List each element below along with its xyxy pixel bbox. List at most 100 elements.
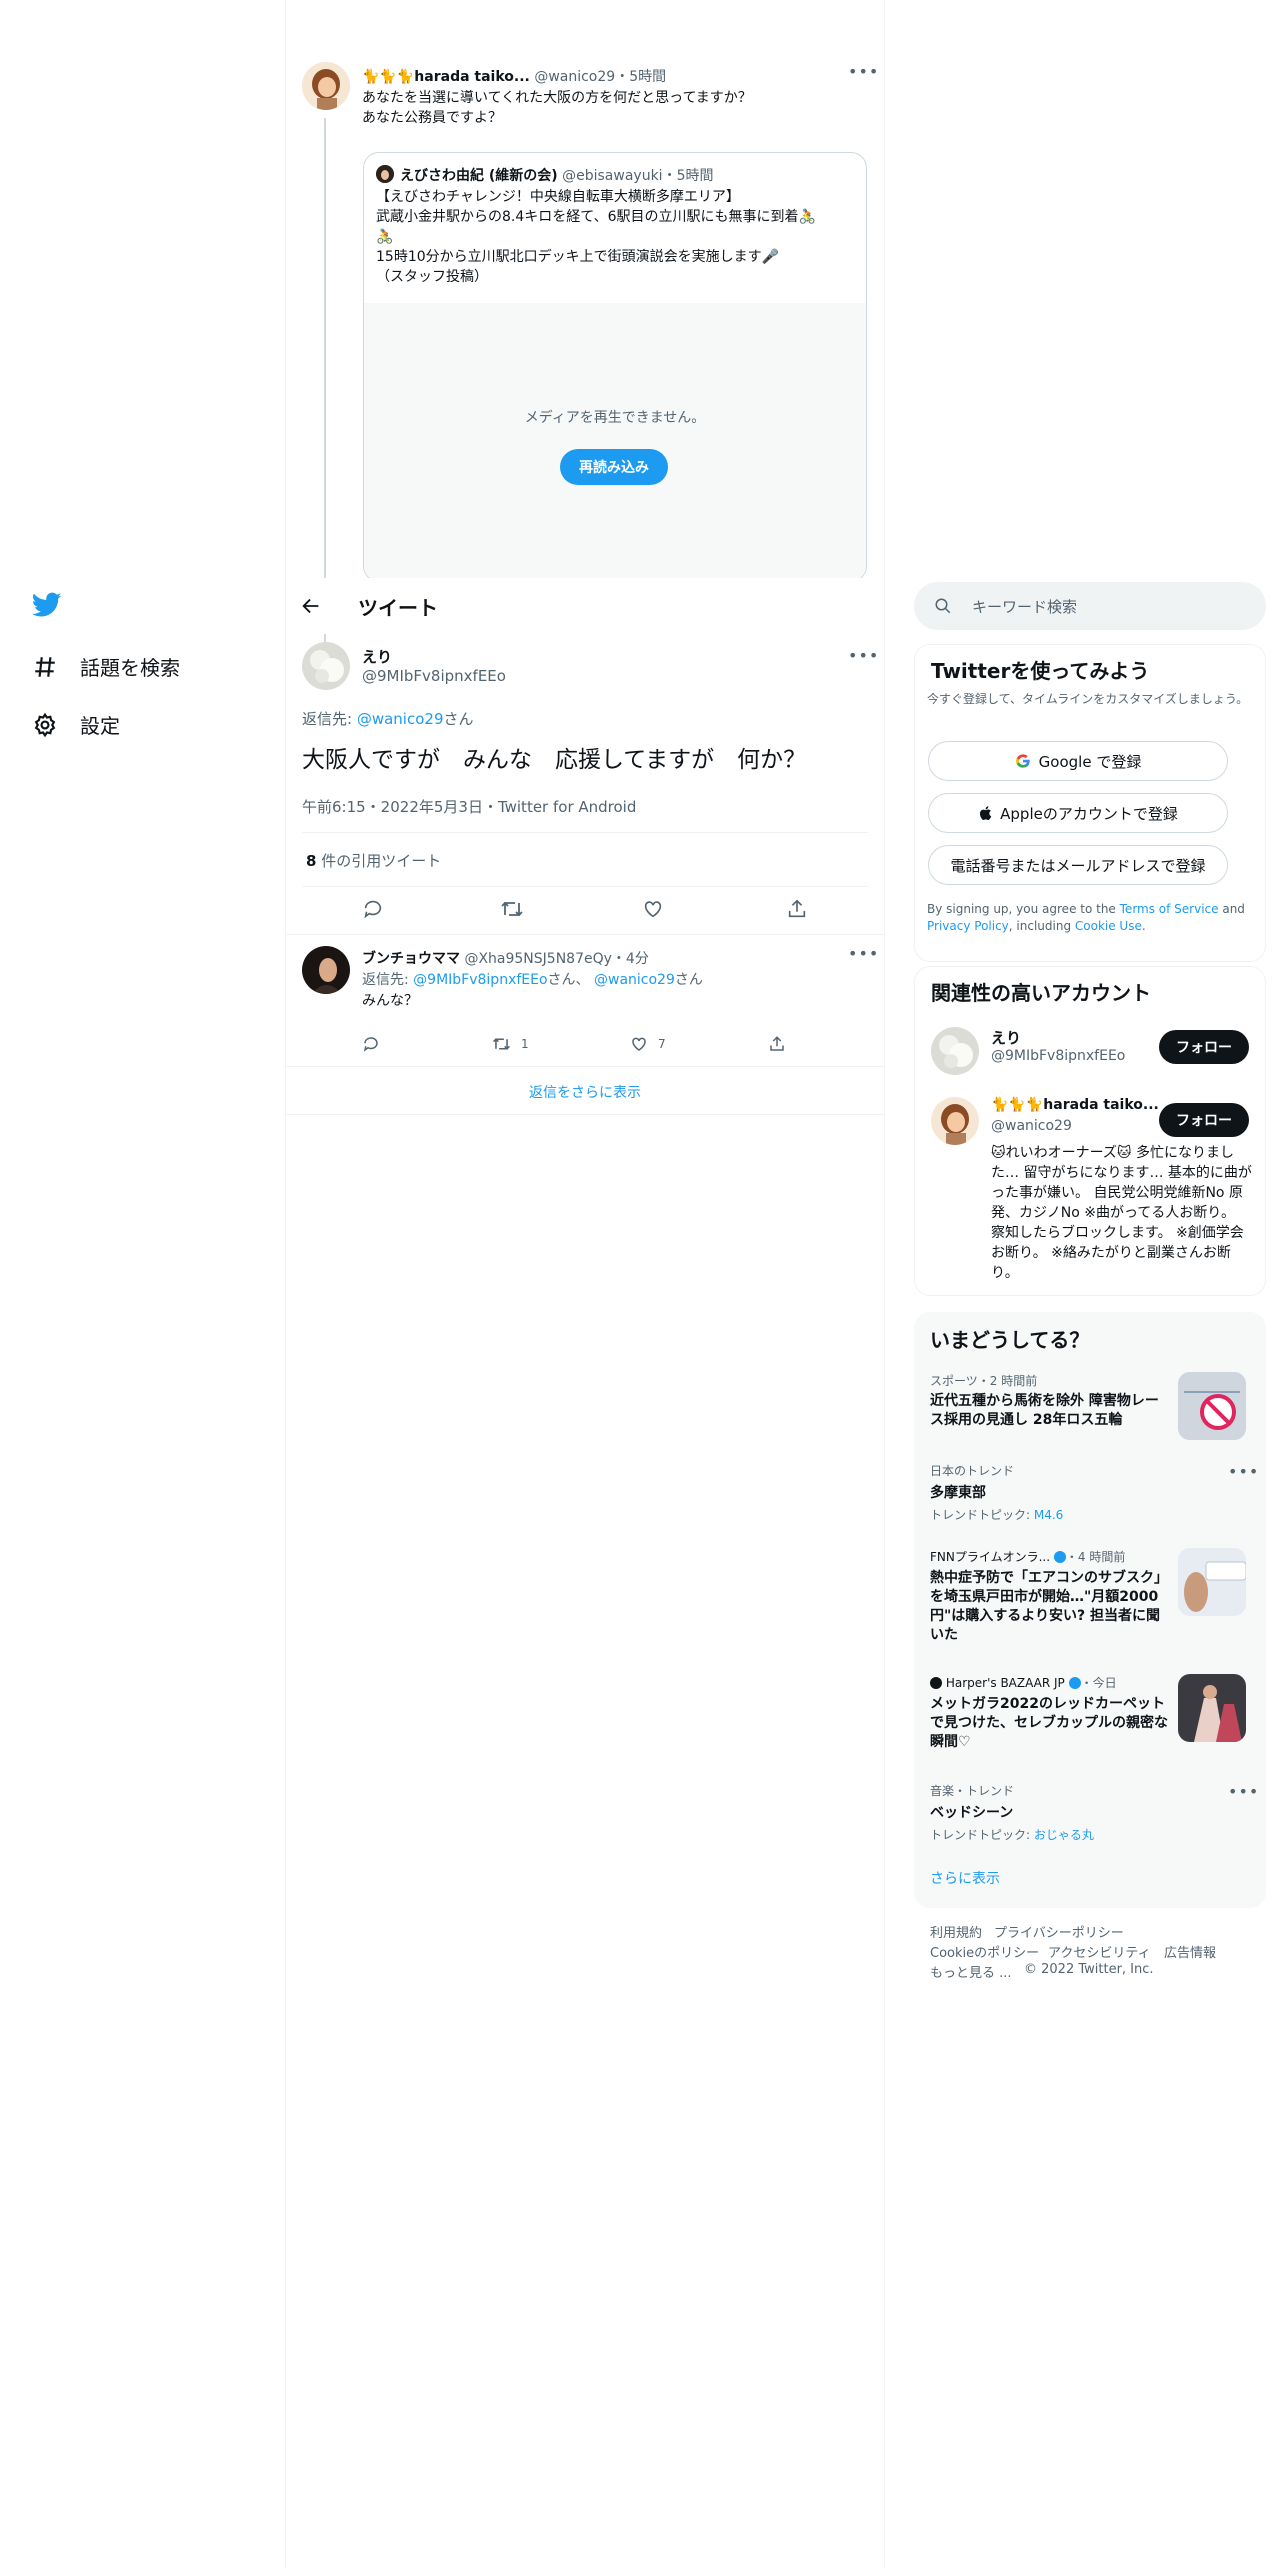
search-icon [934, 597, 952, 615]
privacy-link[interactable]: Privacy Policy [927, 919, 1009, 933]
more-icon[interactable]: ••• [848, 62, 879, 81]
back-arrow-icon[interactable] [300, 595, 322, 617]
trend-topic-link[interactable]: おじゃる丸 [1034, 1828, 1094, 1842]
source-logo-icon [930, 1677, 942, 1689]
reply-to-link[interactable]: @wanico29 [357, 710, 444, 728]
author-name[interactable]: ブンチョウママ [362, 951, 460, 967]
share-icon[interactable] [786, 898, 808, 920]
follow-button[interactable]: フォロー [1159, 1103, 1249, 1137]
search-box[interactable]: キーワード検索 [914, 582, 1266, 630]
footer-privacy-link[interactable]: プライバシーポリシー [994, 1922, 1124, 1941]
reply-icon[interactable] [362, 1035, 380, 1053]
cookie-link[interactable]: Cookie Use [1075, 919, 1142, 933]
author-handle[interactable]: @Xha95NSJ5N87eQy [464, 951, 611, 967]
google-signup-label: Google で登録 [1038, 752, 1142, 771]
avatar[interactable] [302, 946, 350, 994]
author-name[interactable]: えり [362, 646, 392, 667]
quoted-time: 5時間 [676, 168, 714, 184]
avatar[interactable] [302, 62, 350, 110]
phone-email-signup-button[interactable]: 電話番号またはメールアドレスで登録 [928, 845, 1228, 885]
trend-time: ・今日 [1080, 1676, 1117, 1690]
nav-settings[interactable]: 設定 [32, 710, 120, 739]
quote-tweets-link[interactable]: 8 件の引用ツイート [306, 850, 441, 871]
show-more-replies-link[interactable]: 返信をさらに表示 [286, 1082, 884, 1102]
trend-item[interactable]: 日本のトレンド 多摩東部 トレンドトピック: M4.6 [930, 1462, 1230, 1523]
quoted-tweet-card[interactable]: えびさわ由紀 (維新の会) @ebisawayuki・5時間 【えびさわチャレン… [363, 152, 867, 582]
signup-subtitle: 今すぐ登録して、タイムラインをカスタマイズしましょう。 [927, 692, 1249, 706]
quoted-text-line: 武蔵小金井駅からの8.4キロを経て、6駅目の立川駅にも無事に到着🚴 [376, 209, 816, 225]
account-handle[interactable]: @wanico29 [991, 1118, 1072, 1134]
trend-thumbnail [1178, 1548, 1246, 1616]
trend-topic-link[interactable]: M4.6 [1034, 1508, 1063, 1522]
avatar[interactable] [931, 1027, 979, 1075]
account-name-line[interactable]: 🐈🐈🐈harada taiko... [991, 1097, 1159, 1113]
terms-link[interactable]: Terms of Service [1120, 902, 1219, 916]
more-icon[interactable]: ••• [848, 944, 879, 963]
footer-cookie-link[interactable]: Cookieのポリシー [930, 1942, 1039, 1961]
more-icon[interactable]: ••• [1228, 1782, 1259, 1801]
hashtag-icon [32, 654, 58, 680]
reply-mid: さん、 [547, 972, 590, 988]
footer-more-link[interactable]: もっと見る ... [930, 1962, 1012, 1981]
reply-prefix: 返信先: [362, 972, 409, 988]
author-name[interactable]: harada taiko... [414, 69, 530, 85]
trend-topic: トレンドトピック: M4.6 [930, 1506, 1230, 1523]
related-accounts-panel: 関連性の高いアカウント えり @9MIbFv8ipnxfEEo フォロー 🐈🐈🐈… [914, 966, 1266, 1296]
google-signup-button[interactable]: Google で登録 [928, 741, 1228, 781]
more-icon[interactable]: ••• [1228, 1462, 1259, 1481]
retweet-icon[interactable] [500, 898, 524, 920]
trend-item[interactable]: FNNプライムオンラ... ・4 時間前 熱中症予防で「エアコンのサブスク」を埼… [930, 1548, 1170, 1645]
account-name[interactable]: えり [991, 1027, 1021, 1048]
nav-settings-label: 設定 [80, 714, 120, 738]
apple-signup-button[interactable]: Appleのアカウントで登録 [928, 793, 1228, 833]
verified-icon [1068, 1677, 1081, 1689]
follow-button[interactable]: フォロー [1159, 1030, 1249, 1064]
avatar[interactable] [302, 642, 350, 690]
quoted-text: 【えびさわチャレンジ！中央線自転車大横断多摩エリア】 武蔵小金井駅からの8.4キ… [376, 187, 860, 287]
footer-terms-link[interactable]: 利用規約 [930, 1922, 982, 1941]
footer-ads-link[interactable]: 広告情報 [1164, 1942, 1216, 1961]
nav-explore[interactable]: 話題を検索 [32, 652, 180, 681]
trend-item[interactable]: Harper's BAZAAR JP ・今日 メットガラ2022のレッドカーペッ… [930, 1674, 1170, 1752]
avatar [376, 165, 394, 183]
media-error-message: メディアを再生できません。 [524, 410, 706, 426]
tweet-time[interactable]: 5時間 [629, 69, 666, 85]
reply-to-link[interactable]: @wanico29 [594, 972, 675, 988]
trend-headline: 近代五種から馬術を除外 障害物レース採用の見通し 28年ロス五輪 [930, 1393, 1159, 1428]
media-placeholder: メディアを再生できません。 再読み込み [364, 303, 866, 581]
trend-item[interactable]: 音楽・トレンド ベッドシーン トレンドトピック: おじゃる丸 [930, 1782, 1230, 1843]
tweet-header: ツイート [286, 578, 884, 634]
like-icon[interactable] [642, 898, 664, 920]
tweet-text: みんな？ [362, 993, 418, 1009]
trend-item[interactable]: スポーツ・2 時間前 近代五種から馬術を除外 障害物レース採用の見通し 28年ロ… [930, 1372, 1170, 1430]
reply-to-link[interactable]: @9MIbFv8ipnxfEEo [413, 972, 547, 988]
trend-source-line: FNNプライムオンラ... ・4 時間前 [930, 1548, 1170, 1565]
like-action[interactable]: 7 [630, 1035, 666, 1053]
footer-accessibility-link[interactable]: アクセシビリティ [1048, 1942, 1151, 1961]
trend-thumbnail [1178, 1674, 1246, 1742]
more-icon[interactable]: ••• [848, 646, 879, 665]
account-handle[interactable]: @9MIbFv8ipnxfEEo [991, 1048, 1125, 1064]
tweet-timestamp[interactable]: 午前6:15・2022年5月3日・Twitter for Android [302, 796, 636, 817]
author-handle[interactable]: @9MIbFv8ipnxfEEo [362, 667, 506, 685]
retweet-icon [492, 1035, 511, 1053]
quoted-author-handle: @ebisawayuki [562, 168, 663, 184]
divider [286, 934, 884, 935]
reply-suffix: さん [443, 710, 474, 728]
thread-line [324, 118, 326, 658]
author-handle[interactable]: @wanico29 [534, 69, 615, 85]
tweet-text-line: あなたを当選に導いてくれた大阪の方を何だと思ってますか？ [362, 90, 752, 106]
tweet-time[interactable]: 4分 [626, 951, 649, 967]
gear-icon [32, 712, 58, 738]
share-icon[interactable] [768, 1035, 786, 1053]
avatar[interactable] [931, 1097, 979, 1145]
retweet-action[interactable]: 1 [492, 1035, 529, 1053]
twitter-logo-icon[interactable] [32, 592, 62, 618]
show-more-trends-link[interactable]: さらに表示 [930, 1868, 1000, 1888]
signup-terms: By signing up, you agree to the Terms of… [927, 901, 1255, 935]
tweet-text: あなたを当選に導いてくれた大阪の方を何だと思ってますか？ あなた公務員ですよ？ [362, 88, 752, 128]
retweet-count: 1 [521, 1037, 529, 1051]
quoted-text-line: 15時10分から立川駅北口デッキ上で街頭演説会を実施します🎤 [376, 249, 780, 265]
reply-icon[interactable] [362, 898, 384, 920]
reload-button[interactable]: 再読み込み [560, 449, 668, 485]
